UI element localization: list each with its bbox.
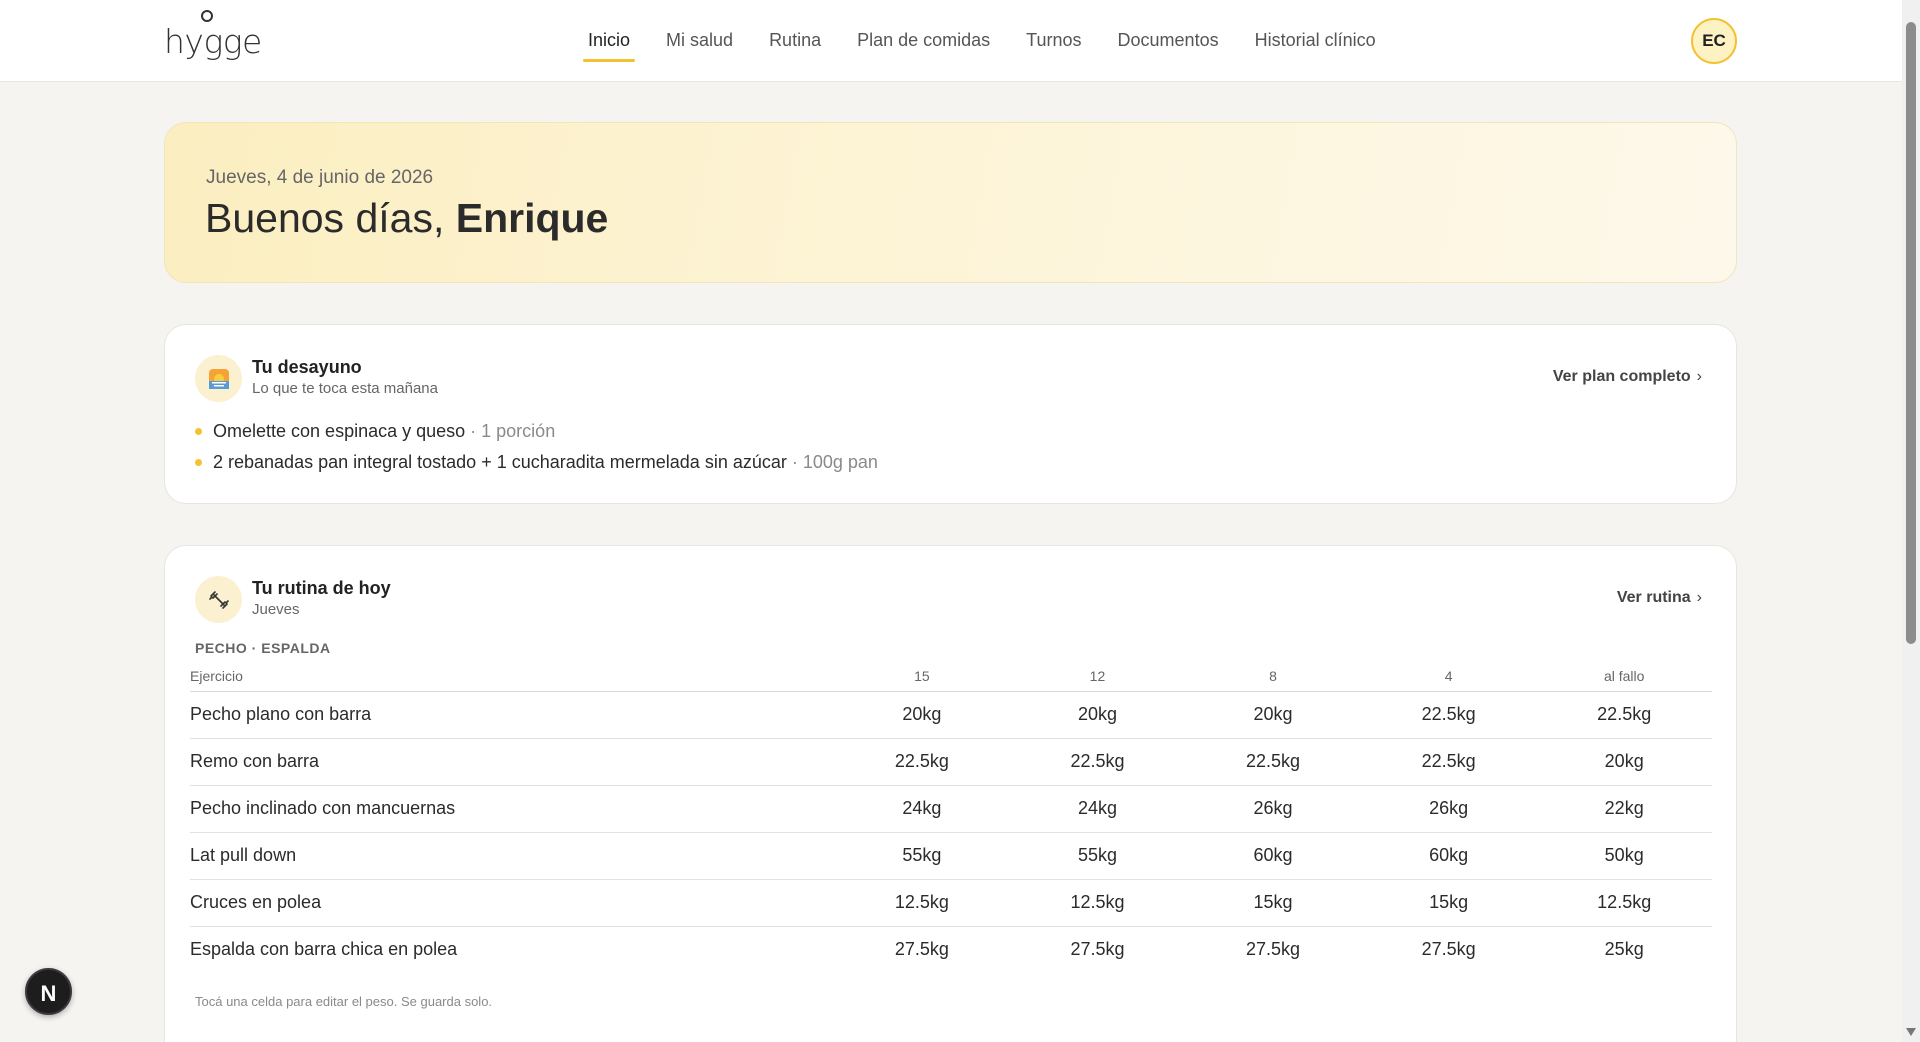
meal-item-qty: · 100g pan — [786, 452, 878, 472]
nav-item-historial-clinico[interactable]: Historial clínico — [1237, 0, 1394, 82]
weight-cell[interactable]: 15kg — [1185, 879, 1361, 927]
routine-table: Ejercicio 15 12 8 4 al fallo Pecho plano… — [190, 661, 1712, 973]
column-header-exercise: Ejercicio — [190, 661, 835, 692]
chevron-right-icon: › — [1696, 368, 1702, 385]
list-item: Omelette con espinaca y queso · 1 porció… — [195, 416, 878, 447]
weight-cell[interactable]: 27.5kg — [1010, 926, 1186, 973]
nav-item-rutina[interactable]: Rutina — [751, 0, 839, 82]
weight-cell[interactable]: 27.5kg — [1361, 926, 1537, 973]
top-navbar: hygge Inicio Mi salud Rutina Plan de com… — [0, 0, 1902, 82]
weight-cell[interactable]: 24kg — [1009, 785, 1186, 833]
column-header-reps: 4 — [1360, 661, 1537, 692]
exercise-name: Pecho inclinado con mancuernas — [190, 785, 835, 833]
breakfast-title: Tu desayuno — [252, 357, 362, 377]
weight-cell[interactable]: 20kg — [834, 691, 1010, 739]
main-nav: Inicio Mi salud Rutina Plan de comidas T… — [570, 0, 1394, 82]
weight-cell[interactable]: 22.5kg — [1360, 738, 1537, 786]
column-header-reps: 15 — [834, 661, 1010, 692]
table-row: Pecho plano con barra 20kg 20kg 20kg 22.… — [190, 691, 1712, 739]
user-avatar[interactable]: EC — [1691, 18, 1737, 64]
page-scrollbar[interactable] — [1902, 0, 1920, 1042]
greeting-text: Buenos días, Enrique — [205, 195, 608, 242]
table-row: Cruces en polea 12.5kg 12.5kg 15kg 15kg … — [190, 879, 1712, 927]
breakfast-card: Tu desayuno Lo que te toca esta mañana V… — [164, 324, 1737, 504]
list-item: 2 rebanadas pan integral tostado + 1 cuc… — [195, 447, 878, 478]
exercise-name: Espalda con barra chica en polea — [190, 939, 458, 960]
weight-cell[interactable]: 12.5kg — [1536, 879, 1712, 927]
weight-cell[interactable]: 22.5kg — [1536, 691, 1712, 739]
column-header-reps: al fallo — [1536, 661, 1712, 692]
exercise-name: Cruces en polea — [190, 879, 835, 927]
weight-cell[interactable]: 55kg — [834, 832, 1010, 880]
greeting-banner: Jueves, 4 de junio de 2026 Buenos días, … — [164, 122, 1737, 283]
weight-cell[interactable]: 22kg — [1536, 785, 1712, 833]
weight-cell[interactable]: 27.5kg — [1185, 926, 1361, 973]
weight-cell[interactable]: 12.5kg — [834, 879, 1010, 927]
table-row: Lat pull down 55kg 55kg 60kg 60kg 50kg — [190, 832, 1712, 880]
weight-cell[interactable]: 26kg — [1360, 785, 1537, 833]
weight-cell[interactable]: 12.5kg — [1009, 879, 1186, 927]
nav-item-plan-de-comidas[interactable]: Plan de comidas — [839, 0, 1008, 82]
weight-cell[interactable]: 50kg — [1536, 832, 1712, 880]
chevron-right-icon: › — [1696, 589, 1702, 606]
view-routine-label: Ver rutina — [1616, 589, 1691, 606]
weight-cell[interactable]: 24kg — [834, 785, 1010, 833]
meal-item-text: Omelette con espinaca y queso — [213, 421, 466, 441]
exercise-name: Lat pull down — [190, 832, 835, 880]
weight-cell[interactable]: 60kg — [1360, 832, 1537, 880]
meal-item-qty: · 1 porción — [465, 421, 556, 441]
floating-n-button[interactable]: N — [25, 968, 72, 1015]
weight-cell[interactable]: 55kg — [1009, 832, 1186, 880]
table-row: Remo con barra 22.5kg 22.5kg 22.5kg 22.5… — [190, 738, 1712, 786]
logo-ring-icon — [201, 10, 213, 22]
greeting-prefix: Buenos días, — [205, 195, 456, 241]
brand-name: hygge — [164, 22, 262, 61]
weight-cell[interactable]: 15kg — [1360, 879, 1537, 927]
breakfast-subtitle: Lo que te toca esta mañana — [252, 380, 438, 397]
column-header-reps: 8 — [1185, 661, 1361, 692]
table-row: Espalda con barra chica en polea 27.5kg … — [190, 926, 1712, 973]
column-header-reps: 12 — [1009, 661, 1186, 692]
breakfast-list: Omelette con espinaca y queso · 1 porció… — [195, 416, 878, 478]
weight-cell[interactable]: 25kg — [1536, 926, 1712, 973]
meal-item-text: 2 rebanadas pan integral tostado + 1 cuc… — [213, 452, 787, 472]
table-row: Pecho inclinado con mancuernas 24kg 24kg… — [190, 785, 1712, 833]
weight-cell[interactable]: 22.5kg — [1185, 738, 1361, 786]
view-full-plan-label: Ver plan completo — [1552, 368, 1691, 385]
weight-cell[interactable]: 22.5kg — [1009, 738, 1186, 786]
weight-cell[interactable]: 20kg — [1009, 691, 1186, 739]
weight-cell[interactable]: 20kg — [1536, 738, 1712, 786]
scroll-down-arrow-icon[interactable] — [1906, 1028, 1916, 1036]
weight-cell[interactable]: 22.5kg — [1360, 691, 1537, 739]
current-date: Jueves, 4 de junio de 2026 — [206, 167, 434, 188]
routine-title: Tu rutina de hoy — [252, 578, 391, 598]
muscle-group-label: PECHO · ESPALDA — [195, 640, 331, 656]
table-header-row: Ejercicio 15 12 8 4 al fallo — [190, 661, 1712, 692]
nav-item-turnos[interactable]: Turnos — [1008, 0, 1099, 82]
view-full-plan-link[interactable]: Ver plan completo › — [1553, 368, 1702, 386]
routine-card: Tu rutina de hoy Jueves Ver rutina › PECH… — [164, 545, 1737, 1042]
nav-item-inicio[interactable]: Inicio — [570, 0, 648, 82]
weight-cell[interactable]: 20kg — [1185, 691, 1361, 739]
exercise-name: Pecho plano con barra — [190, 691, 835, 739]
dumbbell-icon — [195, 576, 242, 623]
weight-cell[interactable]: 26kg — [1185, 785, 1361, 833]
scrollbar-thumb[interactable] — [1906, 22, 1916, 644]
view-routine-link[interactable]: Ver rutina › — [1617, 589, 1702, 607]
routine-subtitle: Jueves — [252, 601, 300, 618]
nav-item-documentos[interactable]: Documentos — [1100, 0, 1237, 82]
exercise-name: Remo con barra — [190, 738, 835, 786]
user-name: Enrique — [455, 195, 609, 241]
brand-logo[interactable]: hygge — [164, 6, 262, 61]
weight-cell[interactable]: 60kg — [1185, 832, 1361, 880]
weight-cell[interactable]: 22.5kg — [834, 738, 1010, 786]
sunrise-icon — [195, 355, 242, 402]
nav-item-mi-salud[interactable]: Mi salud — [648, 0, 751, 82]
weight-cell[interactable]: 27.5kg — [834, 926, 1010, 973]
edit-hint: Tocá una celda para editar el peso. Se g… — [195, 994, 493, 1009]
